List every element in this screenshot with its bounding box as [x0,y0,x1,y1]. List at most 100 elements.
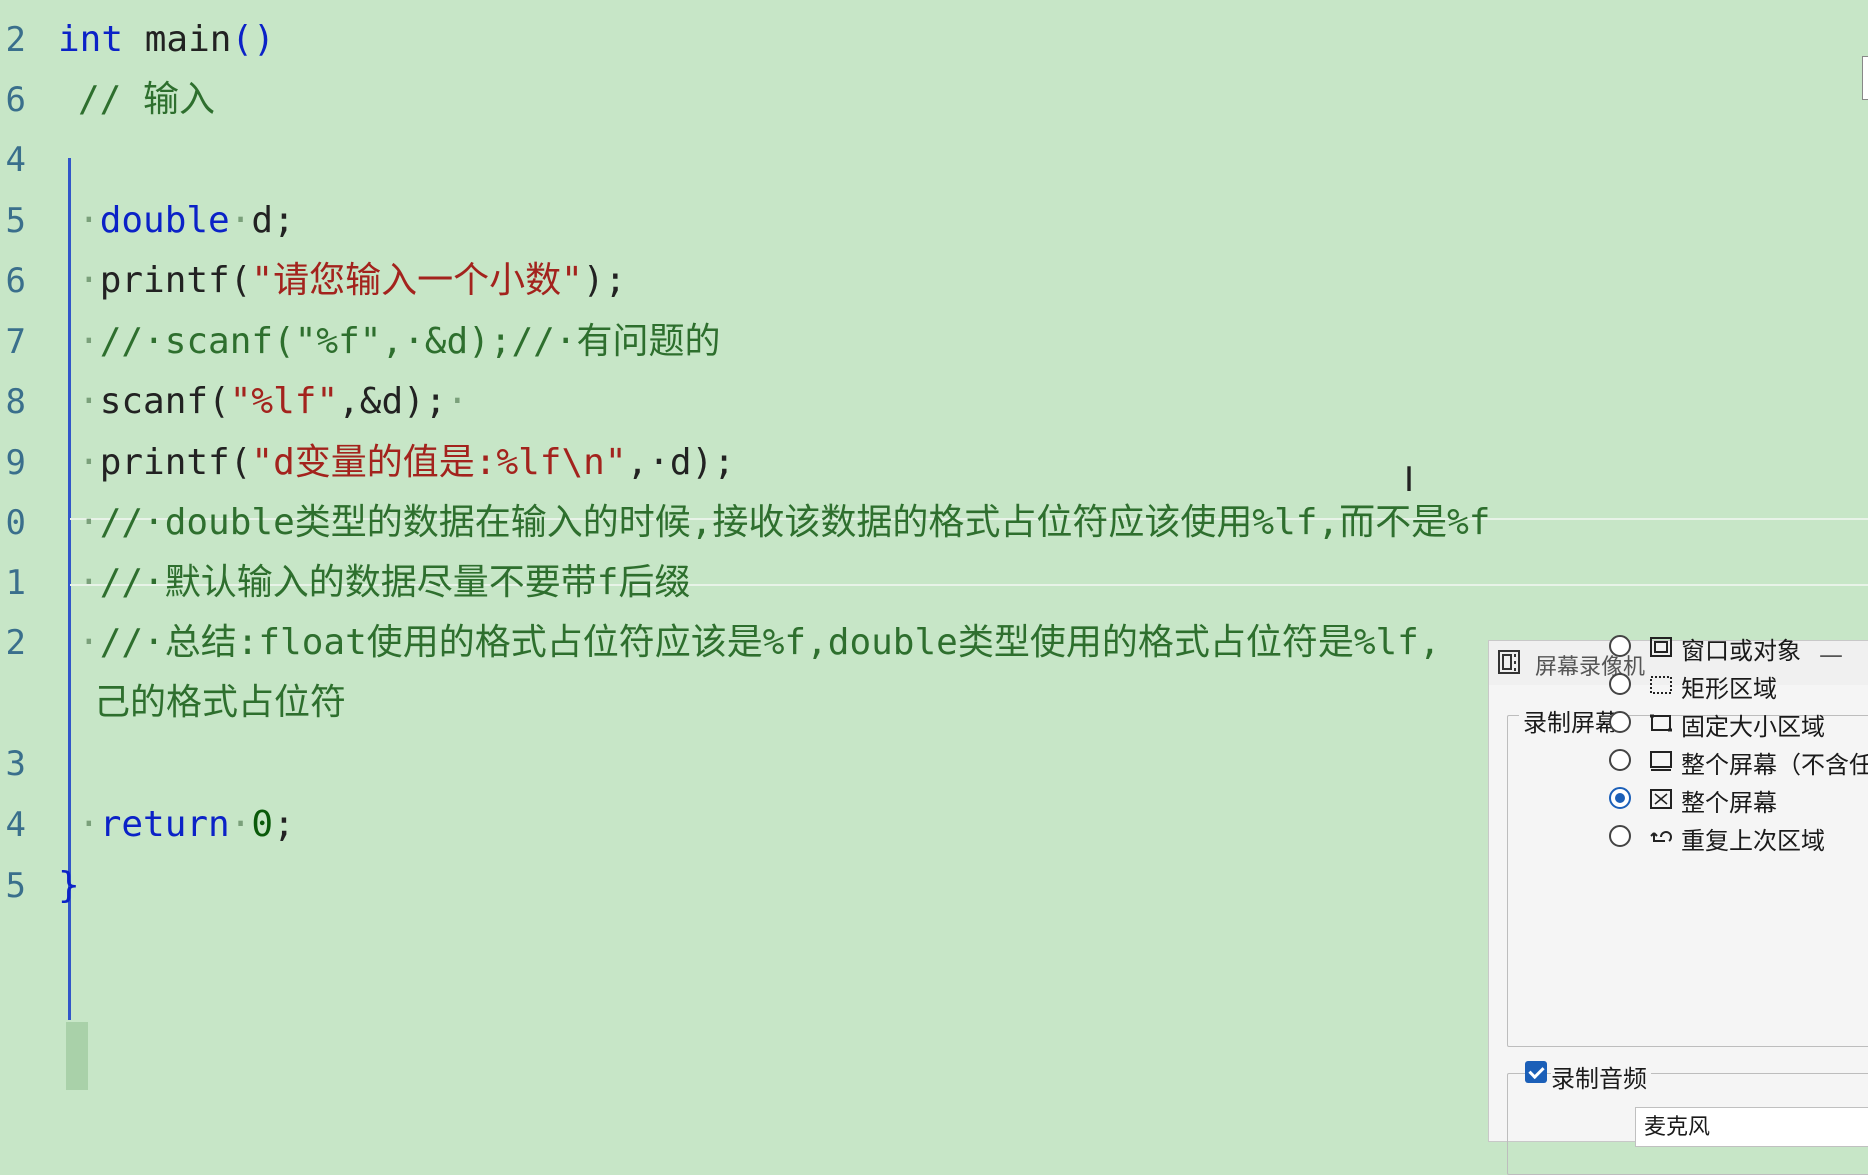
code-line[interactable]: 7 ·//·scanf("%f",·&d);//·有问题的 [0,312,1868,372]
film-icon [1498,650,1520,674]
token-cmt: //·默认输入的数据尽量不要带f后缀 [99,562,691,603]
token-fn: scanf [99,381,209,422]
record-screen-label: 录制屏幕 [1519,703,1623,738]
code-text: ·printf("请您输入一个小数"); [78,251,626,311]
token-dot: · [78,502,100,543]
line-number: 2 [5,623,26,663]
token-punc: ; [273,804,295,845]
line-number: 6 [5,261,26,301]
token-kw: int [58,19,124,60]
token-punc [123,19,145,60]
token-dot: · [78,442,100,483]
code-line[interactable]: 8 ·scanf("%lf",&d);· [0,372,1868,432]
code-text: ·//·scanf("%f",·&d);//·有问题的 [78,312,721,372]
radio-button[interactable] [1609,825,1631,847]
token-cmt: //·scanf("%f",·&d);//·有问题的 [99,321,721,362]
token-cmt: // 输入 [78,79,216,120]
token-str: "%lf" [229,381,339,422]
code-text: 己的格式占位符 [94,673,346,733]
code-text: int main() [58,10,275,70]
code-text: ·return·0; [78,795,295,855]
token-dot: · [78,562,100,603]
code-text: ·//·默认输入的数据尽量不要带f后缀 [78,553,690,613]
code-line[interactable]: 9 ·printf("d变量的值是:%lf\n",·d); [0,433,1868,493]
window-icon [1650,637,1672,657]
token-cmt: //·double类型的数据在输入的时候,接收该数据的格式占位符应该使用%lf,… [99,502,1491,543]
token-fn: printf [99,260,230,301]
radio-button[interactable] [1609,673,1631,695]
record-audio-checkbox[interactable] [1525,1061,1547,1083]
capture-option-4[interactable]: 整个屏幕（不含任 [1609,743,1868,783]
code-line[interactable]: 4 [0,130,1868,190]
radio-button[interactable] [1609,711,1631,733]
capture-option-label: 重复上次区域 [1681,827,1825,855]
fixed-rect-icon [1650,714,1672,732]
token-cmt: 己的格式占位符 [94,682,347,723]
line-number: 9 [5,443,26,483]
code-line[interactable]: 6 ·printf("请您输入一个小数"); [0,251,1868,311]
radio-button[interactable] [1609,635,1631,657]
token-fn: main [144,19,232,60]
screen-recorder-panel: 屏幕录像机 — 录制屏幕 窗口或对象 矩形区域 固定大小区域 整个屏幕（不含任 整个屏幕… [1488,635,1868,1175]
dashed-rect-icon [1650,676,1672,694]
line-number: 5 [5,201,26,241]
code-line[interactable]: 6 // 输入 [0,70,1868,130]
code-line[interactable]: 1 ·//·默认输入的数据尽量不要带f后缀 [0,553,1868,613]
text-cursor-icon: I [1404,460,1415,500]
token-str: "请您输入一个小数" [251,260,583,301]
token-dot: · [229,804,252,845]
code-line[interactable]: 2 int main() [0,10,1868,70]
code-line[interactable]: 0 ·//·double类型的数据在输入的时候,接收该数据的格式占位符应该使用%l… [0,493,1868,553]
token-num: 0 [251,804,274,845]
capture-option-5[interactable]: 整个屏幕 [1609,781,1868,821]
token-dot: · [78,622,100,663]
code-text: ·double·d; [78,191,295,251]
code-text: // 输入 [78,70,215,130]
token-cmt: //·总结:float使用的格式占位符应该是%f,double类型使用的格式占位… [99,622,1441,663]
token-punc: ( [229,442,252,483]
line-number: 0 [5,503,26,543]
radio-button[interactable] [1609,787,1631,809]
code-text: ·printf("d变量的值是:%lf\n",·d); [78,433,735,493]
audio-device-select[interactable]: 麦克风 [1635,1107,1868,1147]
token-brace: () [231,19,275,60]
token-punc: ( [229,260,252,301]
token-dot: · [229,200,252,241]
token-punc: ); [582,260,627,301]
capture-option-label: 窗口或对象 [1681,637,1801,665]
line-number: 2 [5,20,26,60]
capture-option-label: 整个屏幕 [1681,789,1777,817]
monitor-icon [1650,751,1672,771]
token-dot: · [78,321,100,362]
line-number: 8 [5,382,26,422]
capture-option-6[interactable]: 重复上次区域 [1609,819,1868,859]
radio-button[interactable] [1609,749,1631,771]
capture-option-2[interactable]: 矩形区域 [1609,667,1868,707]
line-number: 4 [5,805,26,845]
token-punc: d; [251,200,295,241]
token-dot: · [78,260,100,301]
capture-option-1[interactable]: 窗口或对象 [1609,629,1868,669]
token-str: "d变量的值是:%lf\n" [251,442,627,483]
capture-option-label: 整个屏幕（不含任 [1681,751,1868,779]
scrollbar-thumb[interactable] [1862,56,1868,100]
token-dot: · [78,381,100,422]
token-dot: · [446,381,469,422]
capture-option-3[interactable]: 固定大小区域 [1609,705,1868,745]
repeat-icon [1650,831,1672,842]
token-punc: ,&d); [338,381,447,422]
code-text: ·//·总结:float使用的格式占位符应该是%f,double类型使用的格式占… [78,613,1441,673]
code-line[interactable]: 5 ·double·d; [0,191,1868,251]
code-text: } [58,856,80,916]
line-number: 1 [5,563,26,603]
capture-option-label: 矩形区域 [1681,675,1777,703]
token-brace: } [58,865,80,906]
token-dot: · [78,804,100,845]
token-punc: ( [208,381,230,422]
line-number: 6 [5,80,26,120]
token-fn: printf [99,442,230,483]
line-number: 4 [5,140,26,180]
token-punc: ,·d); [626,442,735,483]
code-text: ·scanf("%lf",&d);· [78,372,468,432]
capture-option-label: 固定大小区域 [1681,713,1825,741]
